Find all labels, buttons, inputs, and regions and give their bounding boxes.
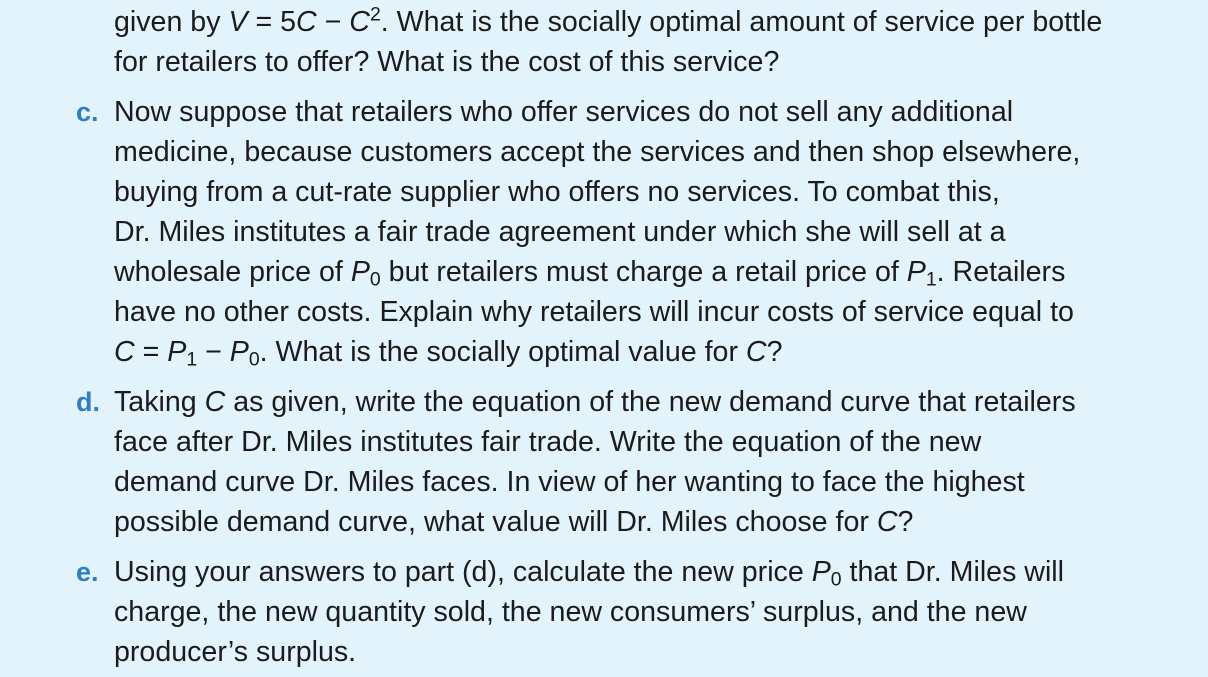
part-c-line-4: Dr. Miles institutes a fair trade agreem…	[114, 216, 1006, 248]
part-c-line-1: Now suppose that retailers who offer ser…	[114, 96, 1014, 128]
part-e-line-3: producer’s surplus.	[114, 636, 357, 668]
part-c-line-7: C = P1 − P0. What is the socially optima…	[114, 336, 783, 371]
part-e-line-2: charge, the new quantity sold, the new c…	[114, 596, 1027, 628]
part-c-line-3: buying from a cut-rate supplier who offe…	[114, 176, 1000, 208]
textbook-page: given by V = 5C − C2. What is the social…	[0, 0, 1208, 677]
part-c-letter: c.	[76, 97, 99, 127]
part-e-letter: e.	[76, 557, 99, 587]
part-c-line-5: wholesale price of P0 but retailers must…	[114, 256, 1066, 291]
part-e-line-1: Using your answers to part (d), calculat…	[114, 556, 1065, 591]
part-b-line-1: given by V = 5C − C2. What is the social…	[114, 3, 1103, 38]
part-b-line-2: for retailers to offer? What is the cost…	[114, 46, 780, 78]
part-d-line-3: demand curve Dr. Miles faces. In view of…	[114, 466, 1025, 498]
part-d-letter: d.	[76, 387, 100, 417]
part-d-line-1: Taking C as given, write the equation of…	[114, 386, 1076, 418]
part-d-line-2: face after Dr. Miles institutes fair tra…	[114, 426, 982, 458]
part-d-line-4: possible demand curve, what value will D…	[114, 506, 914, 538]
part-c-line-6: have no other costs. Explain why retaile…	[114, 296, 1074, 328]
part-c-line-2: medicine, because customers accept the s…	[114, 136, 1081, 168]
